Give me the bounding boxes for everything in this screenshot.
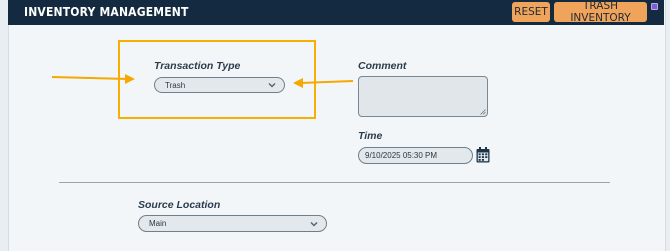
resize-grip-icon[interactable]: [480, 109, 486, 115]
time-input[interactable]: 9/10/2025 05:30 PM: [358, 147, 473, 164]
source-location-label: Source Location: [138, 199, 221, 211]
calendar-icon[interactable]: [476, 147, 490, 163]
section-divider: [59, 182, 610, 183]
source-location-select[interactable]: Main: [138, 215, 327, 232]
highlight-box: [118, 40, 316, 119]
comment-label: Comment: [358, 60, 407, 72]
comment-textarea[interactable]: [358, 76, 488, 117]
trash-inventory-button[interactable]: TRASH INVENTORY: [554, 0, 647, 24]
reset-button[interactable]: RESET: [512, 2, 550, 22]
app-title: INVENTORY MANAGEMENT: [24, 5, 189, 19]
source-location-value: Main: [149, 219, 167, 228]
chevron-down-icon: [310, 221, 318, 227]
time-label: Time: [358, 130, 383, 142]
window-control-icon[interactable]: [651, 3, 658, 10]
app-window: [8, 0, 666, 251]
